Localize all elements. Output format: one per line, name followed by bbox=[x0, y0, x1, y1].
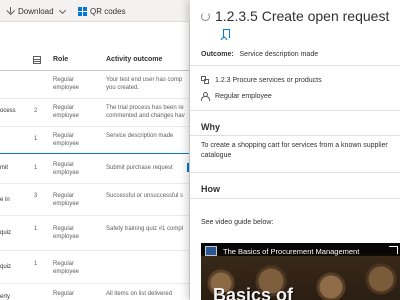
how-heading: How bbox=[201, 184, 220, 194]
outcome-cell: Successful or unsuccessful s bbox=[106, 193, 184, 199]
role-cell: Regular employee bbox=[53, 261, 80, 275]
video-title[interactable]: The Basics of Procurement Management bbox=[223, 247, 359, 256]
outcome-cell: Your test end user has comp you created. bbox=[106, 77, 183, 91]
process-cell: quiz bbox=[0, 264, 12, 270]
process-cell: e in bbox=[0, 197, 10, 203]
outcome-line: Outcome: Service description made bbox=[201, 51, 318, 58]
panel-header: 1.2.3.5 Create open request bbox=[201, 8, 389, 24]
outcome-label: Outcome: bbox=[201, 51, 234, 58]
outcome-cell: The trial process has been re commented … bbox=[106, 105, 185, 119]
count-cell: 1 bbox=[34, 136, 38, 142]
table-row[interactable]: quiz 1 Regular employee bbox=[0, 251, 190, 284]
share-icon[interactable] bbox=[389, 246, 398, 254]
channel-logo-icon[interactable] bbox=[205, 246, 217, 256]
process-flow-icon bbox=[201, 76, 209, 84]
outcome-cell: All items on list delivered bbox=[106, 291, 173, 297]
table-row[interactable]: e in 3 Regular employee Successful or un… bbox=[0, 184, 190, 216]
role-label: Regular employee bbox=[215, 92, 272, 100]
why-text: To create a shopping cart for services f… bbox=[201, 142, 388, 159]
bookmark-icon[interactable] bbox=[223, 29, 230, 38]
column-header-role[interactable]: Role bbox=[53, 50, 68, 70]
count-cell: 1 bbox=[34, 226, 38, 232]
divider bbox=[190, 198, 400, 199]
divider bbox=[190, 65, 400, 66]
how-text: See video guide below: bbox=[201, 219, 274, 226]
chevron-down-icon bbox=[58, 6, 66, 14]
divider bbox=[190, 110, 400, 111]
outcome-value: Service description made bbox=[239, 51, 319, 58]
outcome-cell: Service description made bbox=[106, 133, 174, 139]
page-title: 1.2.3.5 Create open request bbox=[215, 8, 390, 24]
table-row[interactable]: erty Regular All items on list delivered bbox=[0, 284, 190, 300]
parent-process-link[interactable]: 1.2.3 Procure services or products bbox=[201, 76, 322, 84]
role-cell: Regular employee bbox=[53, 226, 80, 240]
count-cell: 1 bbox=[34, 165, 38, 171]
qr-code-icon bbox=[78, 6, 87, 16]
process-cell: mit bbox=[0, 165, 8, 171]
role-cell: Regular employee bbox=[53, 105, 80, 119]
role-cell: Regular employee bbox=[53, 133, 80, 147]
process-cell: ocess bbox=[0, 108, 16, 114]
role-cell: Regular bbox=[53, 291, 75, 297]
process-cell: erty bbox=[0, 294, 11, 300]
count-cell: 1 bbox=[34, 261, 38, 267]
video-player[interactable]: The Basics of Procurement Management Bas… bbox=[201, 243, 400, 300]
why-heading: Why bbox=[201, 122, 220, 132]
user-role-icon bbox=[201, 92, 210, 101]
role-cell: Regular employee bbox=[53, 193, 80, 207]
divider bbox=[190, 172, 400, 173]
column-header-outcome[interactable]: Activity outcome bbox=[106, 50, 162, 70]
parent-process-label: 1.2.3 Procure services or products bbox=[215, 76, 322, 84]
download-icon bbox=[6, 6, 15, 16]
count-cell: 3 bbox=[34, 193, 38, 199]
table-row[interactable]: ocess 2 Regular employee The trial proce… bbox=[0, 99, 190, 127]
role-link[interactable]: Regular employee bbox=[201, 92, 272, 101]
table-row-selected[interactable]: 1 Regular employee Service description m… bbox=[0, 127, 190, 154]
role-cell: Regular employee bbox=[53, 162, 80, 176]
outcome-cell: Submit purchase request bbox=[106, 165, 173, 171]
table-row[interactable]: quiz 1 Regular employee Safety training … bbox=[0, 216, 190, 251]
process-cell: quiz bbox=[0, 230, 12, 236]
activity-detail-panel: 1.2.3.5 Create open request Outcome: Ser… bbox=[190, 0, 400, 300]
table-row[interactable]: mit 1 Regular employee Submit purchase r… bbox=[0, 154, 190, 184]
qr-codes-label: QR codes bbox=[90, 6, 126, 16]
video-overlay-text: Basics of bbox=[213, 285, 294, 300]
qr-codes-button[interactable]: QR codes bbox=[78, 5, 126, 17]
loading-spinner-icon bbox=[201, 11, 210, 21]
divider bbox=[190, 135, 400, 136]
download-label: Download bbox=[18, 6, 54, 16]
download-button[interactable]: Download bbox=[6, 5, 66, 17]
table-icon[interactable] bbox=[33, 56, 41, 64]
role-cell: Regular employee bbox=[53, 77, 80, 91]
outcome-cell: Safety training quiz #1 compl bbox=[106, 226, 184, 232]
table-row[interactable]: Regular employee Your test end user has … bbox=[0, 71, 190, 99]
count-cell: 2 bbox=[34, 108, 38, 114]
